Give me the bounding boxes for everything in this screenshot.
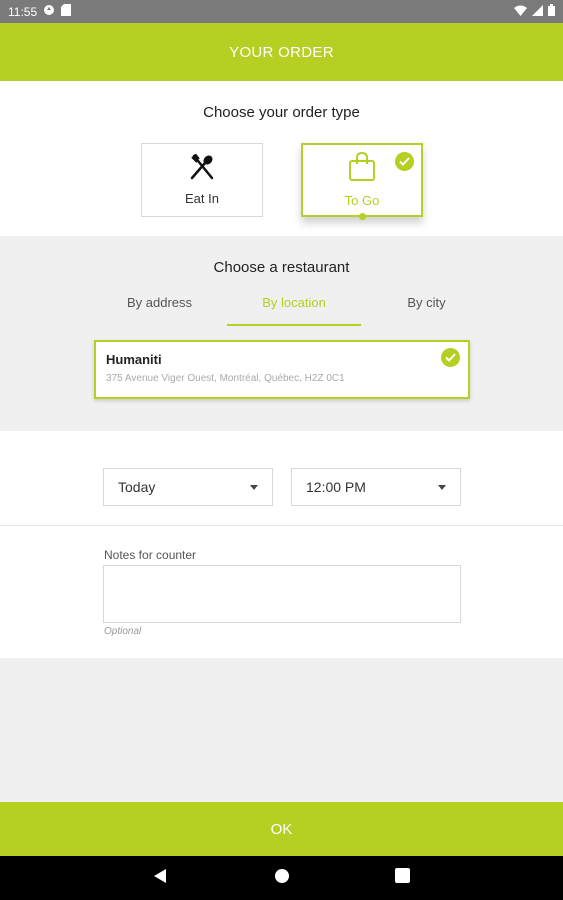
schedule-section: Today 12:00 PM <box>0 431 563 526</box>
to-go-label: To Go <box>344 193 380 208</box>
status-bar: 11:55 <box>0 0 563 23</box>
recent-apps-icon[interactable] <box>395 868 410 888</box>
sd-card-icon <box>61 4 72 19</box>
selection-pointer <box>359 213 366 220</box>
app-header: YOUR ORDER <box>0 23 563 81</box>
back-icon[interactable] <box>153 868 167 889</box>
wifi-icon <box>514 5 527 19</box>
restaurant-address: 375 Avenue Viger Ouest, Montréal, Québec… <box>106 373 345 384</box>
eat-in-label: Eat In <box>185 191 219 206</box>
order-type-section: Choose your order type Eat In To Go <box>0 81 563 236</box>
notes-label: Notes for counter <box>104 548 197 562</box>
day-select[interactable]: Today <box>103 468 273 506</box>
dropdown-caret-icon <box>250 484 258 490</box>
system-nav-bar <box>0 856 563 900</box>
home-icon[interactable] <box>274 868 290 889</box>
signal-icon <box>532 4 543 19</box>
selected-check-icon <box>441 348 460 367</box>
restaurant-name: Humaniti <box>106 352 162 367</box>
sync-icon <box>43 4 55 19</box>
restaurant-section: Choose a restaurant By address By locati… <box>0 236 563 431</box>
time-value: 12:00 PM <box>306 479 366 495</box>
dropdown-caret-icon <box>438 484 446 490</box>
day-value: Today <box>118 479 156 495</box>
ok-button[interactable]: OK <box>0 802 563 856</box>
battery-icon <box>548 4 555 19</box>
notes-hint: Optional <box>104 626 142 637</box>
utensils-icon <box>189 153 215 185</box>
to-go-option[interactable]: To Go <box>301 143 423 220</box>
time-select[interactable]: 12:00 PM <box>291 468 461 506</box>
order-type-title: Choose your order type <box>203 104 360 121</box>
notes-input[interactable] <box>103 565 461 623</box>
tab-by-location[interactable]: By location <box>227 292 361 326</box>
eat-in-option[interactable]: Eat In <box>141 143 263 217</box>
tab-by-city[interactable]: By city <box>361 292 492 326</box>
shopping-bag-icon <box>348 151 376 187</box>
notes-section: Notes for counter Optional <box>0 526 563 658</box>
restaurant-tabs: By address By location By city <box>92 292 492 326</box>
tab-by-address[interactable]: By address <box>92 292 227 326</box>
page-title: YOUR ORDER <box>229 43 334 61</box>
selected-check-icon <box>395 152 414 171</box>
restaurant-card[interactable]: Humaniti 375 Avenue Viger Ouest, Montréa… <box>94 340 470 399</box>
status-time: 11:55 <box>8 4 38 19</box>
restaurant-title: Choose a restaurant <box>213 259 350 276</box>
